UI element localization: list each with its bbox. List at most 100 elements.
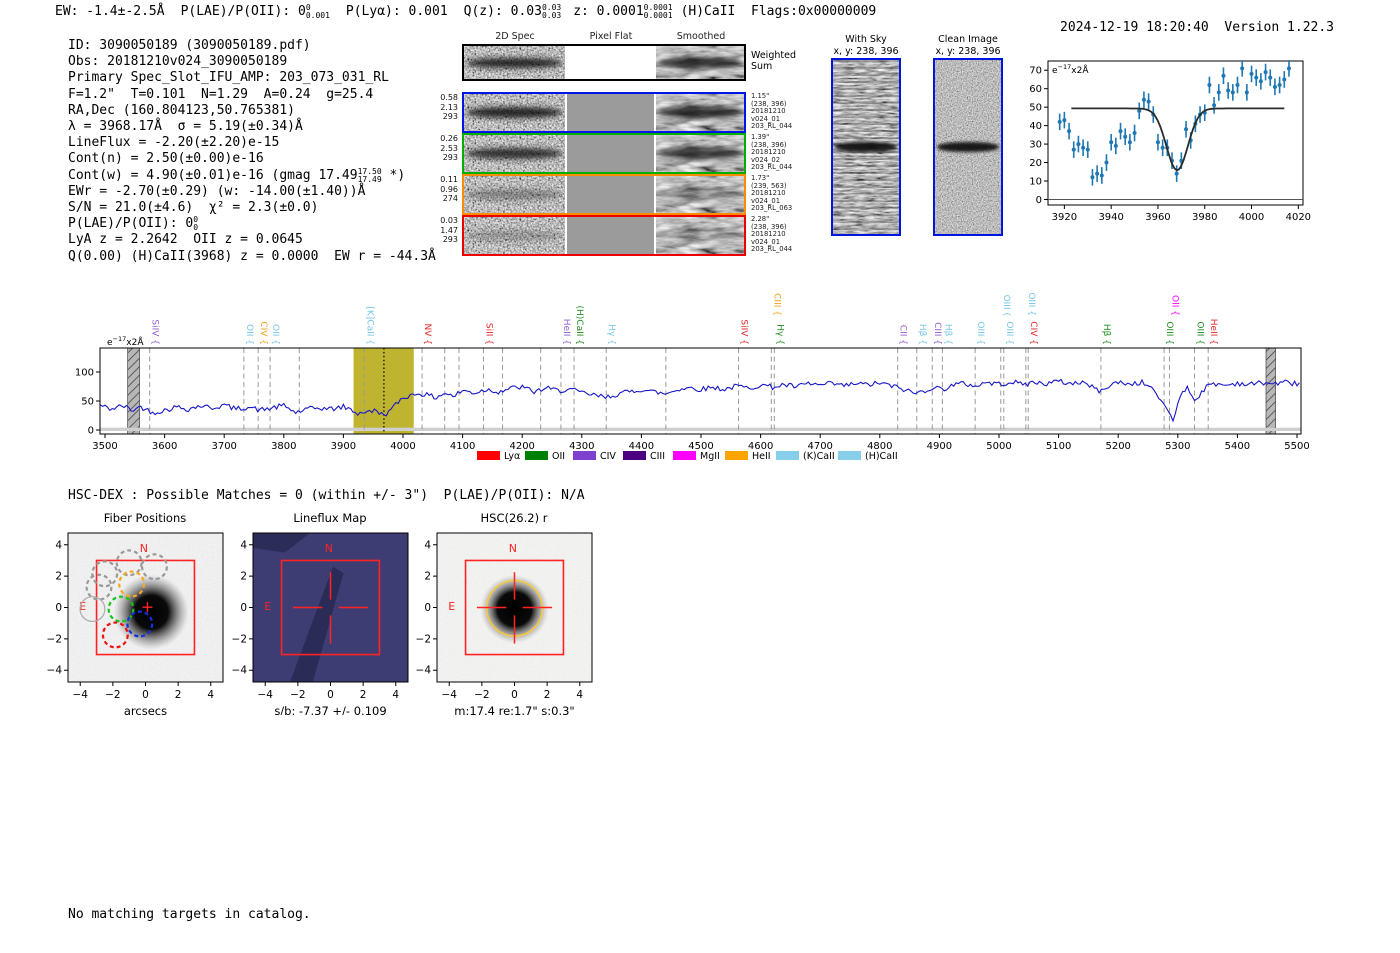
spec2d-row-2-left-labels: 0.262.53293 <box>438 134 458 163</box>
data-point <box>1058 120 1062 124</box>
info-line-11: P(LAE)/P(OII): 000 <box>68 216 198 232</box>
spec2d-row-4 <box>462 215 746 256</box>
report-timestamp: 2024-12-19 18:20:40 <box>1060 20 1209 35</box>
spectrum-x-tick-label: 5200 <box>1105 441 1130 452</box>
data-point <box>1184 127 1188 131</box>
spectrum-line-label: HeII { <box>1208 319 1218 345</box>
data-point <box>1119 129 1123 133</box>
legend-label-CIII: CIII <box>650 451 665 462</box>
cutout-x-tick-label: 2 <box>360 689 367 701</box>
spectrum-x-tick-label: 5400 <box>1225 441 1250 452</box>
info-line-7: Cont(n) = 2.50(±0.00)e-16 <box>68 151 436 167</box>
cutout-x-tick-label: 2 <box>544 689 551 701</box>
cutout-y-tick-label: 2 <box>424 571 431 583</box>
elixer-detection-report: EW: -1.4±-2.5ÅP(LAE)/P(OII): 000.001P(Ly… <box>0 0 1400 953</box>
info-line-13: Q(0.00) (H)CaII(3968) z = 0.0000 EW r = … <box>68 249 436 265</box>
trace-band <box>937 142 999 152</box>
cutout-y-tick-label: −4 <box>47 665 63 677</box>
legend-swatch-CIV <box>573 451 596 460</box>
spec2d-row-0 <box>462 44 746 81</box>
data-point <box>1067 129 1071 133</box>
cutout-y-tick-label: 0 <box>240 602 247 614</box>
info-line-8: Cont(w) = 4.90(±0.01)e-16 (gmag 17.4917.… <box>68 168 436 184</box>
inset-plot-box <box>1048 61 1303 205</box>
info-line-1: Obs: 20181210v024_3090050189 <box>68 54 287 70</box>
header-seg-3: Q(z): 0.030.030.03 <box>464 4 562 20</box>
info-line-1: Obs: 20181210v024_3090050189 <box>68 54 436 70</box>
spectrum-line-label: Hβ { <box>942 324 952 345</box>
data-point <box>1095 172 1099 176</box>
spec2d-row-3-left-labels: 0.110.96274 <box>438 175 458 204</box>
header-seg-3-supsub: 0.030.03 <box>542 4 561 20</box>
info-line-9: EWr = -2.70(±0.29) (w: -14.00(±1.40))Å <box>68 184 436 200</box>
spectrum-line-label: CIII { <box>771 293 781 316</box>
spectrum-x-tick-label: 5300 <box>1165 441 1190 452</box>
header-seg-2: P(Lyα): 0.001 <box>346 4 448 20</box>
spec2d-row-4-cell-1 <box>567 217 654 254</box>
masked-region-band <box>128 348 140 434</box>
info-line-0: ID: 3090050189 (3090050189.pdf) <box>68 38 311 54</box>
spec2d-row-4-right-labels: 2.28"(238, 396)20181210v024_01203_RL_044 <box>751 216 792 254</box>
data-point <box>1175 172 1179 176</box>
header-seg-1-sub: 0.001 <box>306 12 330 20</box>
header-metrics: EW: -1.4±-2.5ÅP(LAE)/P(OII): 000.001P(Ly… <box>55 4 876 20</box>
weighted-sum-label: WeightedSum <box>751 50 796 72</box>
cutout-y-tick-label: 2 <box>240 571 247 583</box>
legend-swatch-(K)CaII <box>776 451 799 460</box>
spectrum-line-label: (H)CaII { <box>574 306 584 346</box>
cutout-x-axis-label: s/b: -7.37 +/- 0.109 <box>274 704 386 715</box>
data-point <box>1104 161 1108 165</box>
spectrum-line-label: Hβ { <box>917 324 927 345</box>
header-seg-1-supsub: 00.001 <box>306 4 330 20</box>
info-line-7: Cont(n) = 2.50(±0.00)e-16 <box>68 151 264 167</box>
east-marker: E <box>264 600 271 613</box>
inset-x-tick-label: 3960 <box>1145 212 1170 223</box>
data-point <box>1100 173 1104 177</box>
left-label-0: 0.11 <box>438 175 458 185</box>
left-label-1: 0.96 <box>438 185 458 195</box>
spectrum-line-label: Hβ { <box>1101 324 1111 345</box>
info-line-2: Primary Spec_Slot_IFU_AMP: 203_073_031_R… <box>68 70 436 86</box>
spectrum-line-label: [K]CaII { <box>364 306 374 345</box>
left-label-1: 2.53 <box>438 144 458 154</box>
legend-swatch-Lyα <box>477 451 500 460</box>
spec2d-row-4-left-labels: 0.031.47293 <box>438 216 458 245</box>
info-line-10-text: S/N = 21.0(±4.6) χ² = 2.3(±0.0) <box>68 200 318 215</box>
sky-title-line: With Sky <box>833 34 898 46</box>
spectrum-x-tick-label: 3700 <box>211 441 236 452</box>
info-line-8-supsub: 17.5017.49 <box>358 168 382 184</box>
inset-y-tick-label: 30 <box>1030 140 1042 151</box>
data-point <box>1259 79 1263 83</box>
data-point <box>1109 140 1113 144</box>
legend-label-(K)CaII: (K)CaII <box>803 451 835 462</box>
right-label-4: 203_RL_044 <box>751 164 792 172</box>
info-line-12: LyA z = 2.2642 OII z = 0.0645 <box>68 232 303 248</box>
masked-region-band <box>1266 348 1276 434</box>
spectrum-line-label: CII { <box>898 325 908 345</box>
spectrum-line-label: CIII { <box>932 322 942 345</box>
cutout-x-tick-label: 2 <box>175 689 182 701</box>
legend-swatch-OII <box>525 451 548 460</box>
spectrum-line-label: OIII { <box>1164 321 1174 345</box>
data-point <box>1142 98 1146 102</box>
left-label-2: 274 <box>438 194 458 204</box>
lineflux-map-cutout: −4−4−2−2002244s/b: -7.37 +/- 0.109NE <box>210 523 420 715</box>
trace-band <box>659 58 742 68</box>
spectrum-line-label: SiIV { <box>739 319 749 345</box>
sky-panel-title-0: With Skyx, y: 238, 396 <box>833 34 898 57</box>
spectrum-line-label: Hγ { <box>774 324 784 345</box>
info-line-3: F=1.2" T=0.101 N=1.29 A=0.24 g=25.4 <box>68 87 436 103</box>
info-line-9-text: EWr = -2.70(±0.29) (w: -14.00(±1.40))Å <box>68 184 365 199</box>
inset-x-tick-label: 3980 <box>1192 212 1217 223</box>
data-point <box>1081 146 1085 150</box>
header-seg-3-sub: 0.03 <box>542 12 561 20</box>
footer-line-1: No matching targets in catalog. <box>68 907 311 923</box>
cutout-y-tick-label: −4 <box>232 665 248 677</box>
trace-band <box>467 58 562 68</box>
right-label-4: 203_RL_044 <box>751 123 792 131</box>
left-label-0: 0.03 <box>438 216 458 226</box>
spec2d-row-2-right-labels: 1.39"(238, 396)20181210v024_02203_RL_044 <box>751 134 792 172</box>
inset-x-tick-label: 4020 <box>1286 212 1311 223</box>
info-line-5-text: λ = 3968.17Å σ = 5.19(±0.34)Å <box>68 119 303 134</box>
info-line-2-text: Primary Spec_Slot_IFU_AMP: 203_073_031_R… <box>68 70 389 85</box>
